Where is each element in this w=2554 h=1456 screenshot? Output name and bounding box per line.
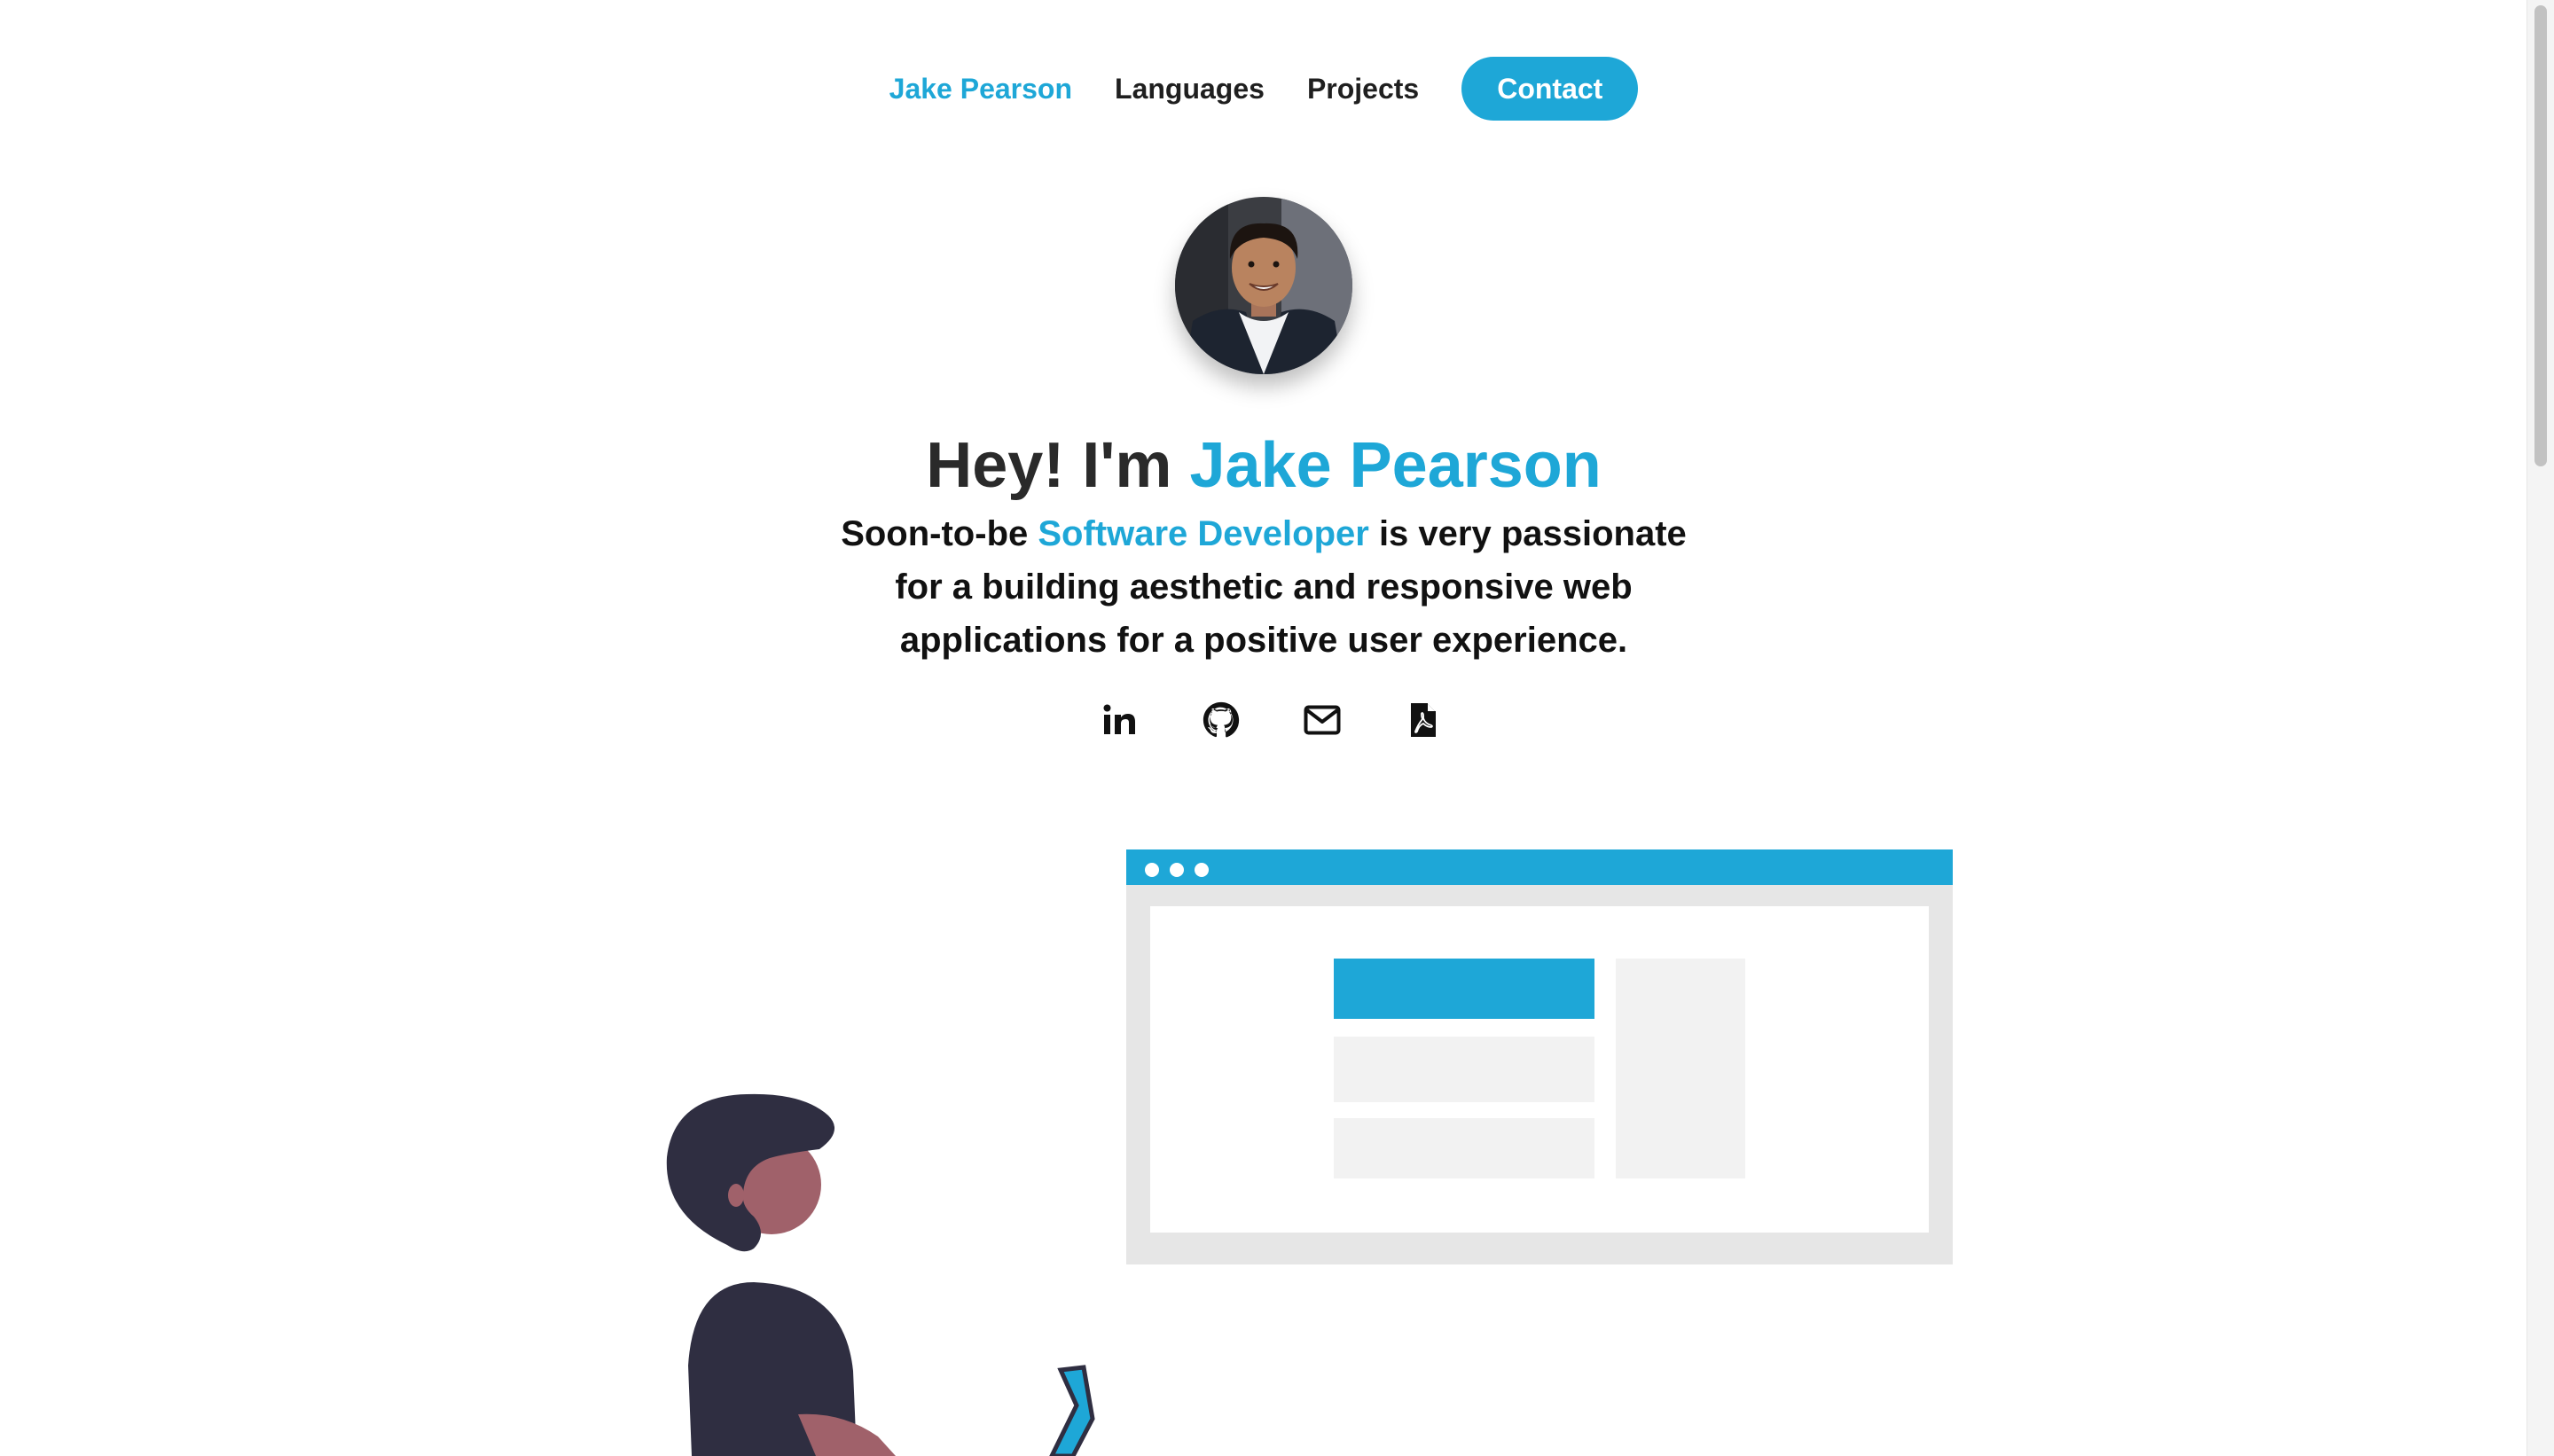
person-figure [666, 1093, 1095, 1456]
page: Jake Pearson Languages Projects Contact [0, 0, 2554, 1456]
browser-window-graphic [1126, 849, 1953, 1264]
page-scrollbar[interactable] [2527, 0, 2554, 1456]
scrollbar-thumb[interactable] [2534, 5, 2547, 466]
developer-illustration [666, 849, 1953, 1456]
